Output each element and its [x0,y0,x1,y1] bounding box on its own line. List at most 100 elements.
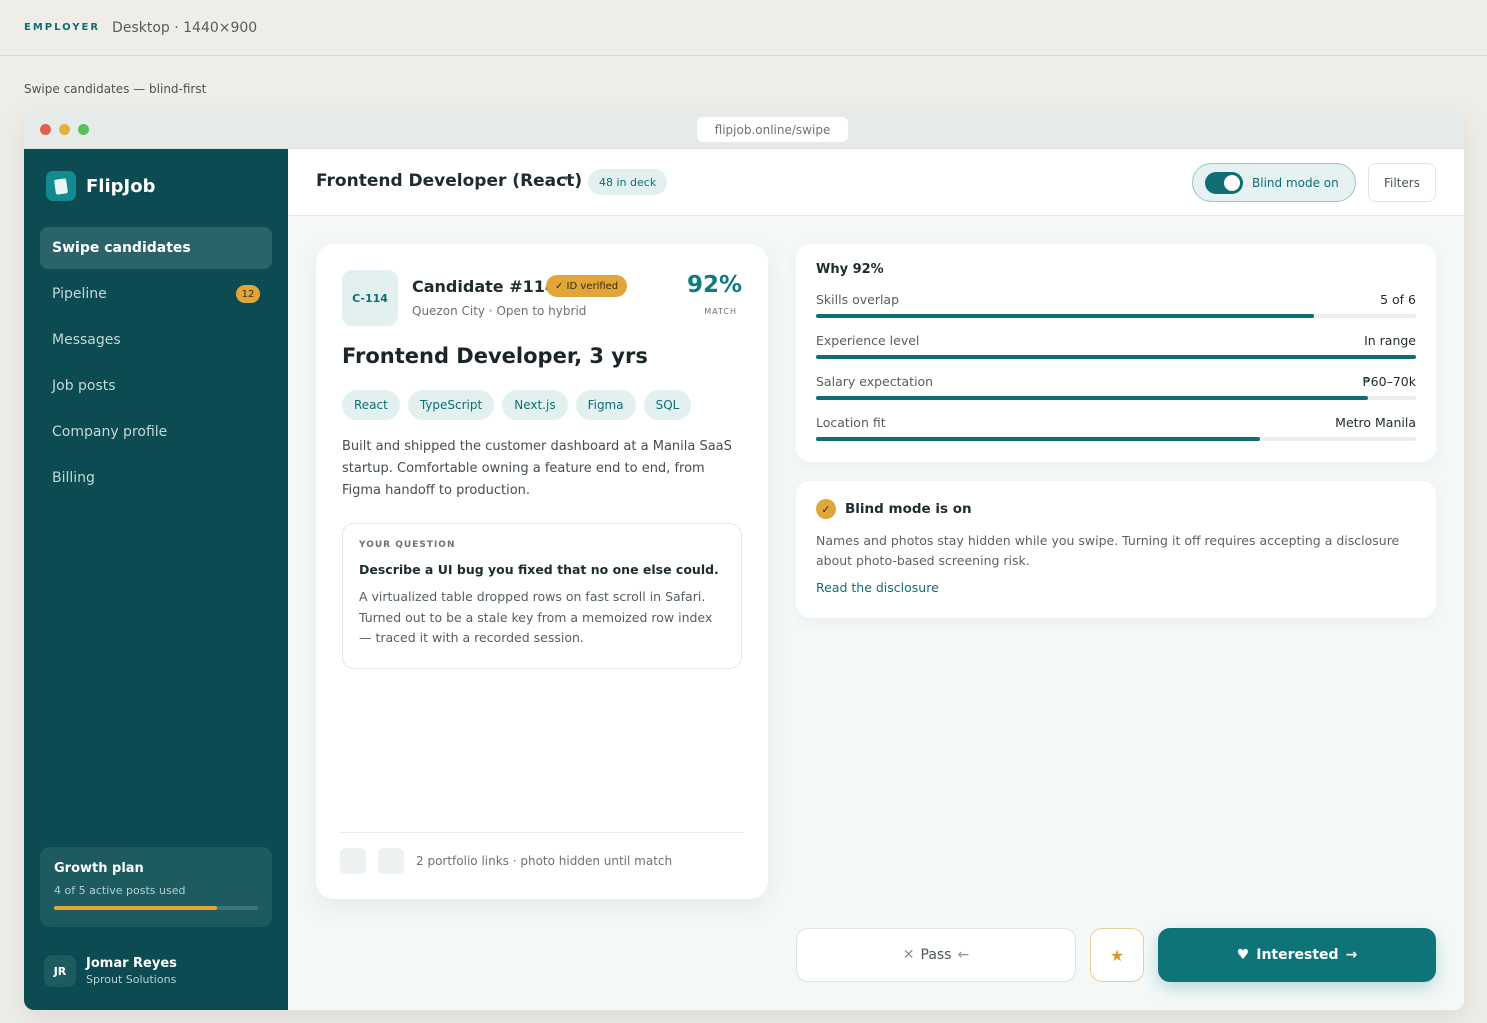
skill-tag: Next.js [502,390,568,420]
sidebar-item-label: Pipeline [52,286,107,302]
question-text: Describe a UI bug you fixed that no one … [359,562,719,577]
question-label: YOUR QUESTION [359,540,456,550]
sidebar-item-label: Messages [52,332,121,348]
avatar: JR [44,955,76,987]
sidebar-item-label: Job posts [52,378,116,394]
plan-usage-bar [54,906,258,910]
match-breakdown-panel: Why 92% Skills overlap 5 of 6 Experience… [796,244,1436,462]
user-name: Jomar Reyes [86,956,177,971]
factor-location: Location fit Metro Manila [816,415,1416,441]
match-breakdown-title: Why 92% [816,262,884,277]
factor-label: Salary expectation [816,374,934,389]
check-icon: ✓ [816,499,836,519]
factor-bar-fill [816,355,1416,359]
factor-label: Skills overlap [816,292,900,307]
factor-value: Metro Manila [1335,415,1416,430]
minimize-dot[interactable] [59,124,70,135]
screen-caption: Swipe candidates — blind-first [24,82,207,96]
shortlist-button[interactable]: ★ [1090,928,1144,982]
window-controls [40,124,89,135]
factor-value: In range [1364,333,1416,348]
browser-chrome: flipjob.online/swipe [24,110,1464,149]
interested-label: Interested [1256,947,1339,963]
plan-usage-fill [54,906,218,910]
factor-bar-fill [816,437,1260,441]
sidebar-item-billing[interactable]: Billing [40,457,272,499]
close-icon: ✕ [902,947,915,963]
factor-value: ₱60–70k [1362,374,1416,389]
match-label: MATCH [704,307,737,316]
question-answer: A virtualized table dropped rows on fast… [359,589,713,645]
sidebar-item-label: Billing [52,470,95,486]
skill-tag: TypeScript [407,390,495,420]
candidate-id-badge: C-114 [342,270,398,326]
header: Frontend Developer (React) ▾ 48 in deck … [288,149,1464,216]
pass-button[interactable]: ✕ Pass ← [796,928,1076,982]
blind-mode-toggle[interactable]: Blind mode on [1192,163,1356,202]
sidebar-item-company-profile[interactable]: Company profile [40,411,272,453]
sidebar-nav: Swipe candidates Pipeline 12 Messages Jo… [40,227,272,503]
sidebar-item-messages[interactable]: Messages [40,319,272,361]
portfolio-note: 2 portfolio links · photo hidden until m… [416,854,673,868]
factor-label: Experience level [816,333,920,348]
browser-window: flipjob.online/swipe FlipJob Swipe candi… [24,110,1464,1010]
pass-label: Pass [920,947,952,963]
viewport-title: Desktop · 1440×900 [112,19,258,36]
portfolio-link-thumb[interactable] [378,848,404,874]
maximize-dot[interactable] [78,124,89,135]
sidebar-item-swipe-candidates[interactable]: Swipe candidates [40,227,272,269]
pipeline-count-badge: 12 [236,285,260,303]
factor-bar-fill [816,314,1314,318]
blind-mode-panel: ✓ Blind mode is on Names and photos stay… [796,481,1436,618]
candidate-role: Frontend Developer, 3 yrs [342,344,648,368]
top-strip: EMPLOYER Desktop · 1440×900 [0,0,1487,56]
sidebar: FlipJob Swipe candidates Pipeline 12 Mes… [24,149,288,1010]
portfolio-link-thumb[interactable] [340,848,366,874]
factor-bar [816,437,1416,441]
candidate-location: Quezon City · Open to hybrid [412,304,587,318]
skill-tag: Figma [575,390,636,420]
blind-mode-label: Blind mode on [1252,175,1339,190]
main-content: Frontend Developer (React) ▾ 48 in deck … [288,149,1464,1010]
candidate-card[interactable]: C-114 Candidate #114 ✓ ID verified Quezo… [316,244,768,899]
factor-label: Location fit [816,415,886,430]
sidebar-item-job-posts[interactable]: Job posts [40,365,272,407]
question-box: YOUR QUESTION Describe a UI bug you fixe… [342,523,742,669]
blind-mode-description: Names and photos stay hidden while you s… [816,533,1400,568]
job-title[interactable]: Frontend Developer (React) [316,171,582,191]
candidate-name: Candidate #114 [412,277,556,296]
candidate-bio: Built and shipped the customer dashboard… [342,439,732,498]
heart-icon: ♥ [1236,947,1250,963]
blind-mode-title: Blind mode is on [845,501,972,517]
logo-icon [46,171,76,201]
toggle-switch[interactable] [1205,171,1243,194]
factor-bar [816,355,1416,359]
sidebar-item-label: Company profile [52,424,168,440]
app: FlipJob Swipe candidates Pipeline 12 Mes… [24,149,1464,1010]
plan-card[interactable]: Growth plan 4 of 5 active posts used [40,847,272,927]
sidebar-item-pipeline[interactable]: Pipeline 12 [40,273,272,315]
role-tag: EMPLOYER [24,22,101,33]
skill-tag: React [342,390,400,420]
sidebar-item-label: Swipe candidates [52,240,191,256]
filters-button[interactable]: Filters [1368,163,1436,202]
brand[interactable]: FlipJob [46,171,155,201]
plan-title: Growth plan [54,861,144,876]
read-disclosure-link[interactable]: Read the disclosure [816,580,939,595]
skill-tag: SQL [643,390,692,420]
factor-bar-fill [816,396,1368,400]
interested-button[interactable]: ♥ Interested → [1158,928,1436,982]
address-bar[interactable]: flipjob.online/swipe [697,117,848,142]
card-footer: 2 portfolio links · photo hidden until m… [340,832,744,874]
factor-salary: Salary expectation ₱60–70k [816,374,1416,400]
factor-bar [816,396,1416,400]
toggle-knob [1224,174,1240,191]
close-dot[interactable] [40,124,51,135]
skill-tags: React TypeScript Next.js Figma SQL [342,390,692,420]
brand-name: FlipJob [86,175,156,197]
factor-bar [816,314,1416,318]
match-score: 92% [686,272,742,298]
arrow-left-icon: ← [957,947,970,963]
chevron-down-icon[interactable]: ▾ [564,174,569,184]
user-profile[interactable]: JR Jomar Reyes Sprout Solutions [44,955,177,987]
